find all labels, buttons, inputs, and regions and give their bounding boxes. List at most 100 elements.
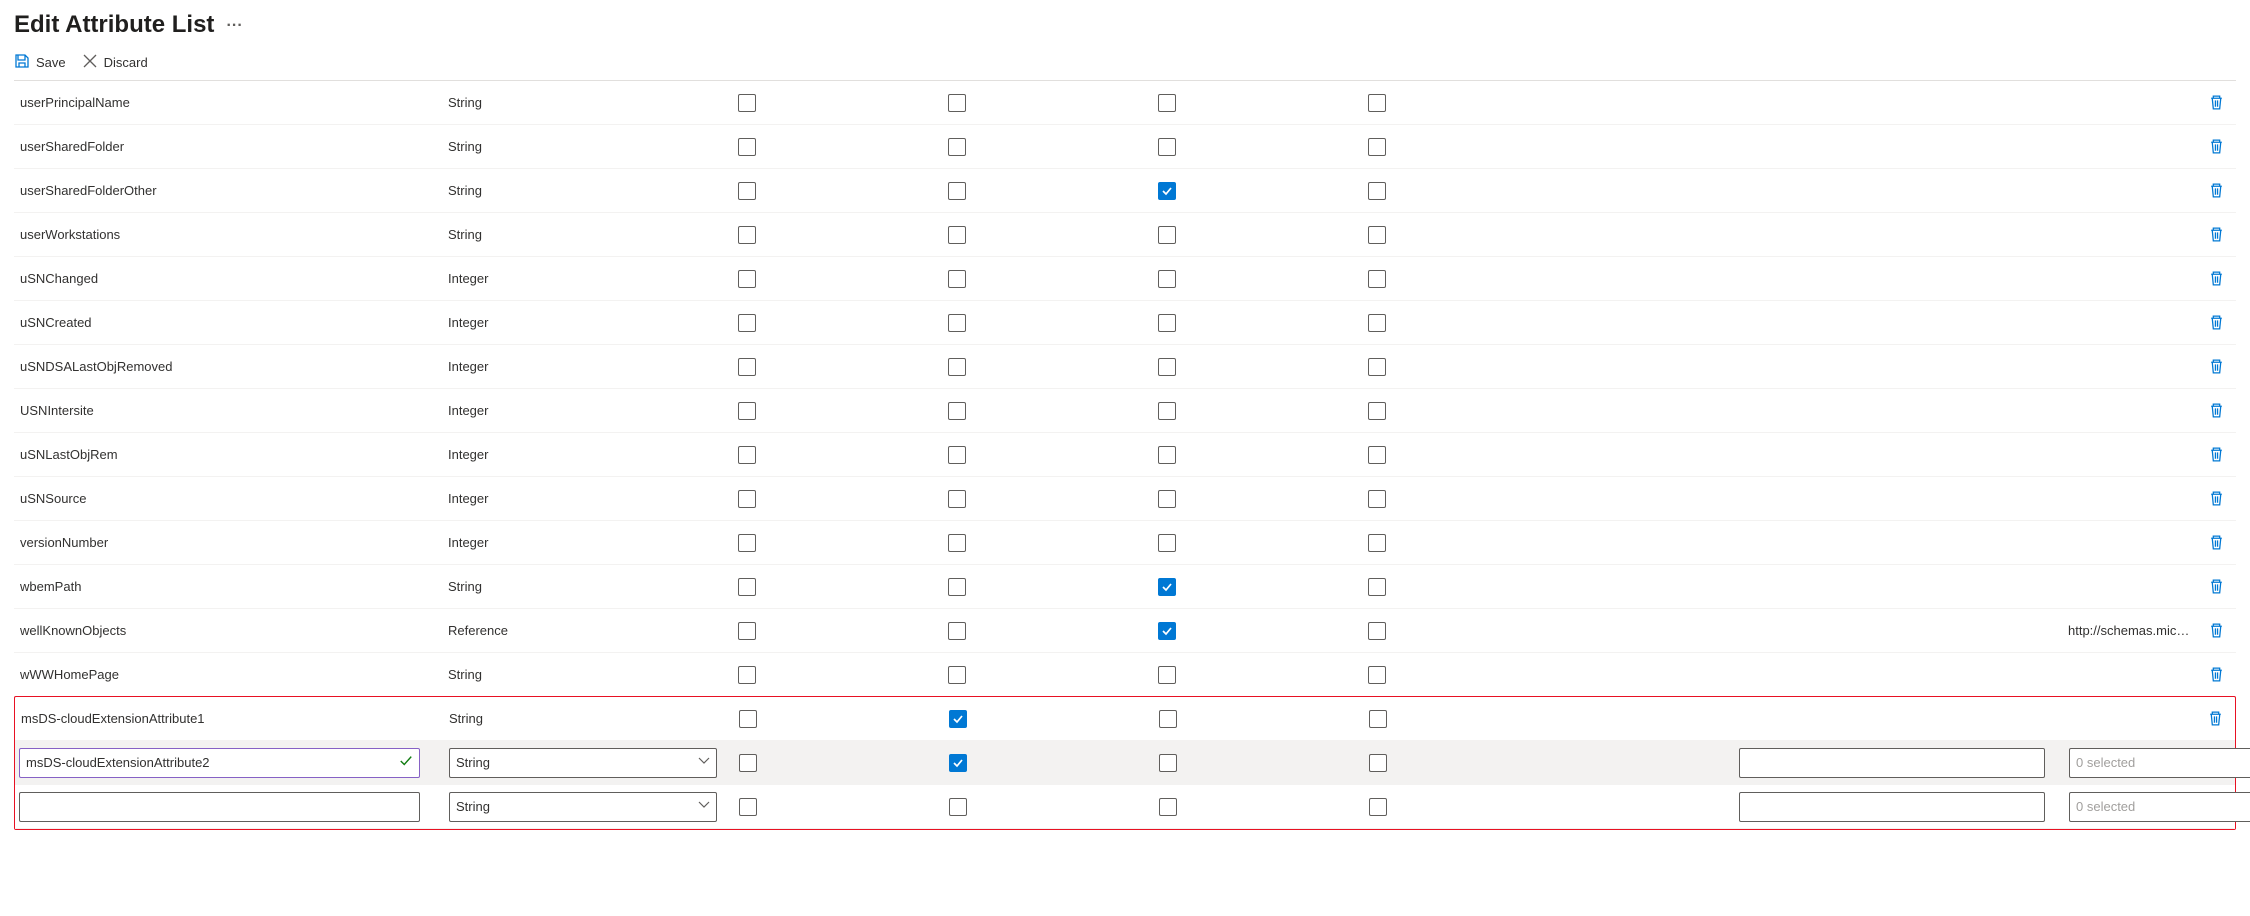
checkbox-col2[interactable]	[948, 490, 966, 508]
list-value-input[interactable]	[1739, 748, 2045, 778]
table-row: uSNDSALastObjRemovedInteger	[14, 345, 2236, 389]
checkbox-col4[interactable]	[1368, 358, 1386, 376]
checkbox-col1[interactable]	[739, 798, 757, 816]
checkbox-col2[interactable]	[948, 446, 966, 464]
checkbox-col4[interactable]	[1368, 490, 1386, 508]
checkbox-col1[interactable]	[738, 182, 756, 200]
delete-button[interactable]	[2196, 270, 2236, 287]
more-icon[interactable]: ...	[226, 13, 242, 37]
checkbox-col1[interactable]	[738, 138, 756, 156]
table-row: uSNSourceInteger	[14, 477, 2236, 521]
checkbox-col3[interactable]	[1159, 754, 1177, 772]
checkbox-col4[interactable]	[1368, 666, 1386, 684]
delete-button[interactable]	[2196, 666, 2236, 683]
checkbox-col1[interactable]	[738, 490, 756, 508]
checkbox-col3[interactable]	[1158, 314, 1176, 332]
checkbox-col4[interactable]	[1368, 446, 1386, 464]
checkbox-col1[interactable]	[738, 94, 756, 112]
delete-button[interactable]	[2196, 182, 2236, 199]
checkbox-col1[interactable]	[738, 358, 756, 376]
checkbox-col3[interactable]	[1158, 358, 1176, 376]
api-select-placeholder: 0 selected	[2076, 799, 2135, 814]
checkbox-col3[interactable]	[1158, 446, 1176, 464]
checkbox-col4[interactable]	[1368, 226, 1386, 244]
checkbox-col2[interactable]	[949, 798, 967, 816]
checkbox-col4[interactable]	[1368, 182, 1386, 200]
checkbox-col3[interactable]	[1159, 798, 1177, 816]
checkbox-col2[interactable]	[949, 754, 967, 772]
checkbox-col1[interactable]	[738, 666, 756, 684]
delete-button[interactable]	[2195, 710, 2235, 727]
delete-button[interactable]	[2196, 578, 2236, 595]
checkbox-col4[interactable]	[1368, 402, 1386, 420]
delete-button[interactable]	[2196, 446, 2236, 463]
checkbox-col1[interactable]	[739, 710, 757, 728]
list-value-input[interactable]	[1739, 792, 2045, 822]
save-button[interactable]: Save	[14, 53, 66, 72]
checkbox-col2[interactable]	[948, 666, 966, 684]
table-row: userWorkstationsString	[14, 213, 2236, 257]
checkbox-col4[interactable]	[1368, 138, 1386, 156]
checkbox-col2[interactable]	[948, 94, 966, 112]
checkbox-col4[interactable]	[1368, 622, 1386, 640]
checkbox-col3[interactable]	[1158, 534, 1176, 552]
checkbox-col3[interactable]	[1158, 270, 1176, 288]
checkbox-col3[interactable]	[1158, 622, 1176, 640]
checkbox-col1[interactable]	[738, 578, 756, 596]
checkbox-col2[interactable]	[948, 358, 966, 376]
checkbox-col4[interactable]	[1369, 710, 1387, 728]
attribute-name-input[interactable]: msDS-cloudExtensionAttribute2	[19, 748, 420, 778]
checkbox-col2[interactable]	[948, 534, 966, 552]
checkbox-col2[interactable]	[948, 314, 966, 332]
checkbox-col2[interactable]	[948, 182, 966, 200]
delete-button[interactable]	[2196, 314, 2236, 331]
checkbox-col1[interactable]	[739, 754, 757, 772]
discard-button[interactable]: Discard	[82, 53, 148, 72]
checkbox-col3[interactable]	[1158, 226, 1176, 244]
delete-button[interactable]	[2196, 138, 2236, 155]
delete-button[interactable]	[2196, 94, 2236, 111]
checkbox-col2[interactable]	[948, 622, 966, 640]
attribute-type-select[interactable]: String	[449, 748, 717, 778]
checkbox-col2[interactable]	[949, 710, 967, 728]
checkbox-col3[interactable]	[1158, 94, 1176, 112]
delete-button[interactable]	[2196, 226, 2236, 243]
checkbox-col3[interactable]	[1158, 182, 1176, 200]
checkbox-col3[interactable]	[1159, 710, 1177, 728]
checkbox-col2[interactable]	[948, 402, 966, 420]
checkbox-col4[interactable]	[1369, 754, 1387, 772]
checkbox-col4[interactable]	[1368, 270, 1386, 288]
close-icon[interactable]	[2220, 10, 2236, 39]
checkbox-col2[interactable]	[948, 578, 966, 596]
checkbox-col2[interactable]	[948, 138, 966, 156]
checkbox-col1[interactable]	[738, 534, 756, 552]
api-link[interactable]: http://schemas.microsoft.com/20...	[2064, 623, 2196, 638]
checkbox-col1[interactable]	[738, 446, 756, 464]
checkbox-col4[interactable]	[1368, 578, 1386, 596]
api-select[interactable]: 0 selected	[2069, 748, 2250, 778]
delete-button[interactable]	[2196, 402, 2236, 419]
delete-button[interactable]	[2196, 490, 2236, 507]
checkbox-col1[interactable]	[738, 402, 756, 420]
checkbox-col1[interactable]	[738, 270, 756, 288]
checkbox-col4[interactable]	[1368, 534, 1386, 552]
attribute-type-select[interactable]: String	[449, 792, 717, 822]
checkbox-col2[interactable]	[948, 270, 966, 288]
checkbox-col3[interactable]	[1158, 490, 1176, 508]
checkbox-col3[interactable]	[1158, 666, 1176, 684]
checkbox-col4[interactable]	[1368, 314, 1386, 332]
checkbox-col1[interactable]	[738, 314, 756, 332]
checkbox-col1[interactable]	[738, 226, 756, 244]
checkbox-col3[interactable]	[1158, 578, 1176, 596]
checkbox-col2[interactable]	[948, 226, 966, 244]
checkbox-col1[interactable]	[738, 622, 756, 640]
attribute-name-input[interactable]	[19, 792, 420, 822]
delete-button[interactable]	[2196, 358, 2236, 375]
checkbox-col3[interactable]	[1158, 138, 1176, 156]
delete-button[interactable]	[2196, 622, 2236, 639]
checkbox-col3[interactable]	[1158, 402, 1176, 420]
checkbox-col4[interactable]	[1368, 94, 1386, 112]
checkbox-col4[interactable]	[1369, 798, 1387, 816]
api-select[interactable]: 0 selected	[2069, 792, 2250, 822]
delete-button[interactable]	[2196, 534, 2236, 551]
